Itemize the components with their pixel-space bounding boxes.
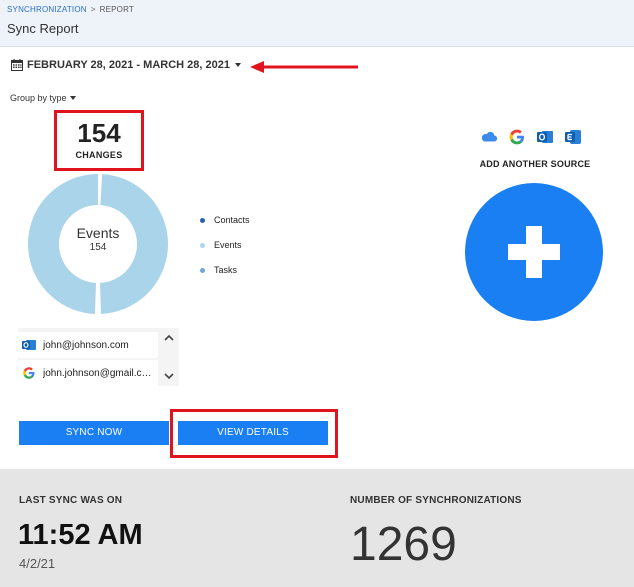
sync-count-label: NUMBER OF SYNCHRONIZATIONS (350, 495, 522, 506)
view-details-button[interactable]: VIEW DETAILS (178, 421, 328, 445)
exchange-icon[interactable] (564, 128, 582, 146)
sync-now-button[interactable]: SYNC NOW (19, 421, 169, 445)
last-sync-date: 4/2/21 (19, 556, 56, 571)
chevron-down-icon (234, 63, 241, 67)
donut-gap (95, 283, 101, 314)
add-source-label: ADD ANOTHER SOURCE (479, 159, 591, 169)
changes-count: 154 (77, 118, 121, 148)
plus-icon-vertical (526, 226, 542, 278)
sync-count: 1269 (350, 518, 457, 571)
legend-label-events: Events (214, 240, 242, 250)
add-source-button[interactable] (465, 183, 603, 321)
sync-stats-footer: LAST SYNC WAS ON 11:52 AM 4/2/21 NUMBER … (0, 469, 634, 587)
legend-label-contacts: Contacts (214, 215, 250, 225)
group-by-label: Group by type (10, 93, 67, 103)
google-icon (23, 367, 35, 379)
calendar-icon (11, 59, 23, 71)
legend-dot-contacts (200, 217, 205, 223)
account-row-google[interactable]: john.johnson@gmail.com (18, 360, 158, 386)
breadcrumb-separator: > (90, 5, 96, 14)
page-title: Sync Report (7, 21, 79, 36)
breadcrumb: SYNCHRONIZATION > REPORT (7, 5, 134, 14)
changes-summary: 154 CHANGES (54, 110, 144, 171)
legend-item-events[interactable]: Events (200, 239, 250, 251)
changes-label: CHANGES (75, 150, 123, 160)
legend-item-contacts[interactable]: Contacts (200, 214, 250, 226)
breadcrumb-current: REPORT (99, 5, 135, 14)
legend-item-tasks[interactable]: Tasks (200, 264, 250, 276)
chevron-down-icon (69, 96, 76, 100)
google-icon[interactable] (508, 128, 526, 146)
chevron-up-icon[interactable] (163, 332, 175, 344)
events-donut-chart (28, 174, 168, 314)
date-range-selector[interactable]: FEBRUARY 28, 2021 - MARCH 28, 2021 (11, 59, 241, 71)
chart-legend: Contacts Events Tasks (200, 214, 250, 289)
last-sync-time: 11:52 AM (18, 519, 143, 551)
source-icons (480, 128, 592, 146)
legend-dot-tasks (200, 267, 205, 273)
account-email: john.johnson@gmail.com (43, 367, 155, 379)
red-arrow-annotation (250, 61, 358, 73)
date-range-label: FEBRUARY 28, 2021 - MARCH 28, 2021 (27, 59, 230, 71)
page-header: SYNCHRONIZATION > REPORT Sync Report (0, 0, 634, 47)
chevron-down-icon[interactable] (163, 370, 175, 382)
account-email: john@johnson.com (43, 339, 129, 351)
connected-accounts-list[interactable]: john@johnson.com john.johnson@gmail.com (18, 328, 179, 386)
last-sync-label: LAST SYNC WAS ON (19, 495, 123, 506)
icloud-icon[interactable] (480, 128, 498, 146)
breadcrumb-synchronization-link[interactable]: SYNCHRONIZATION (7, 5, 87, 14)
outlook-icon (22, 340, 36, 350)
group-by-dropdown[interactable]: Group by type (10, 93, 76, 103)
legend-label-tasks: Tasks (214, 265, 238, 275)
account-row-outlook[interactable]: john@johnson.com (18, 332, 158, 358)
outlook-icon[interactable] (536, 128, 554, 146)
legend-dot-events (200, 242, 205, 248)
